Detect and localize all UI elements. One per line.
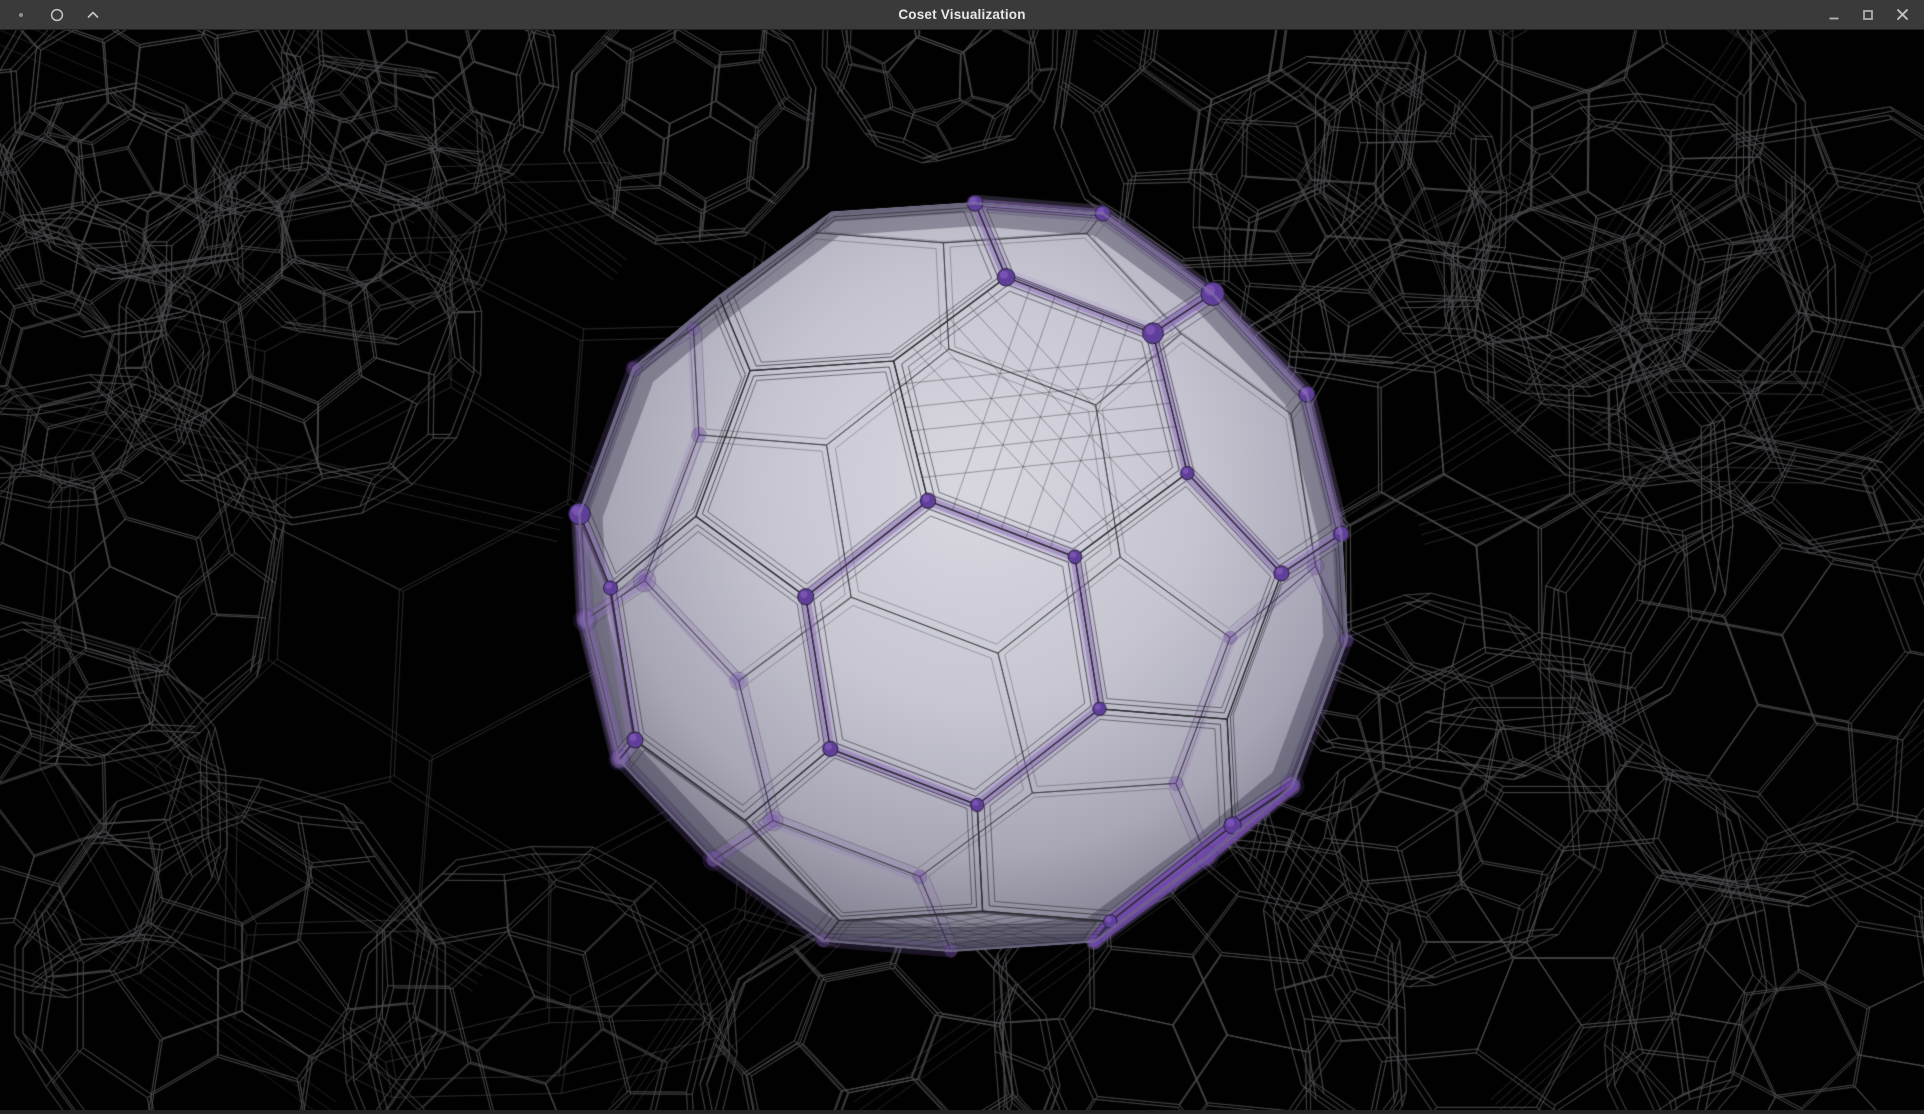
close-button[interactable] bbox=[1890, 3, 1914, 27]
window-title: Coset Visualization bbox=[0, 0, 1924, 28]
maximize-button[interactable] bbox=[1856, 3, 1880, 27]
titlebar-left-icons bbox=[0, 4, 104, 26]
minimize-button[interactable] bbox=[1822, 3, 1846, 27]
chevron-up-icon[interactable] bbox=[82, 4, 104, 26]
window-controls bbox=[1822, 3, 1924, 27]
circle-icon[interactable] bbox=[46, 4, 68, 26]
titlebar[interactable]: Coset Visualization bbox=[0, 0, 1924, 30]
dot-icon[interactable] bbox=[10, 4, 32, 26]
viewport-3d[interactable] bbox=[0, 30, 1924, 1110]
window-bottom-edge bbox=[0, 1110, 1924, 1114]
